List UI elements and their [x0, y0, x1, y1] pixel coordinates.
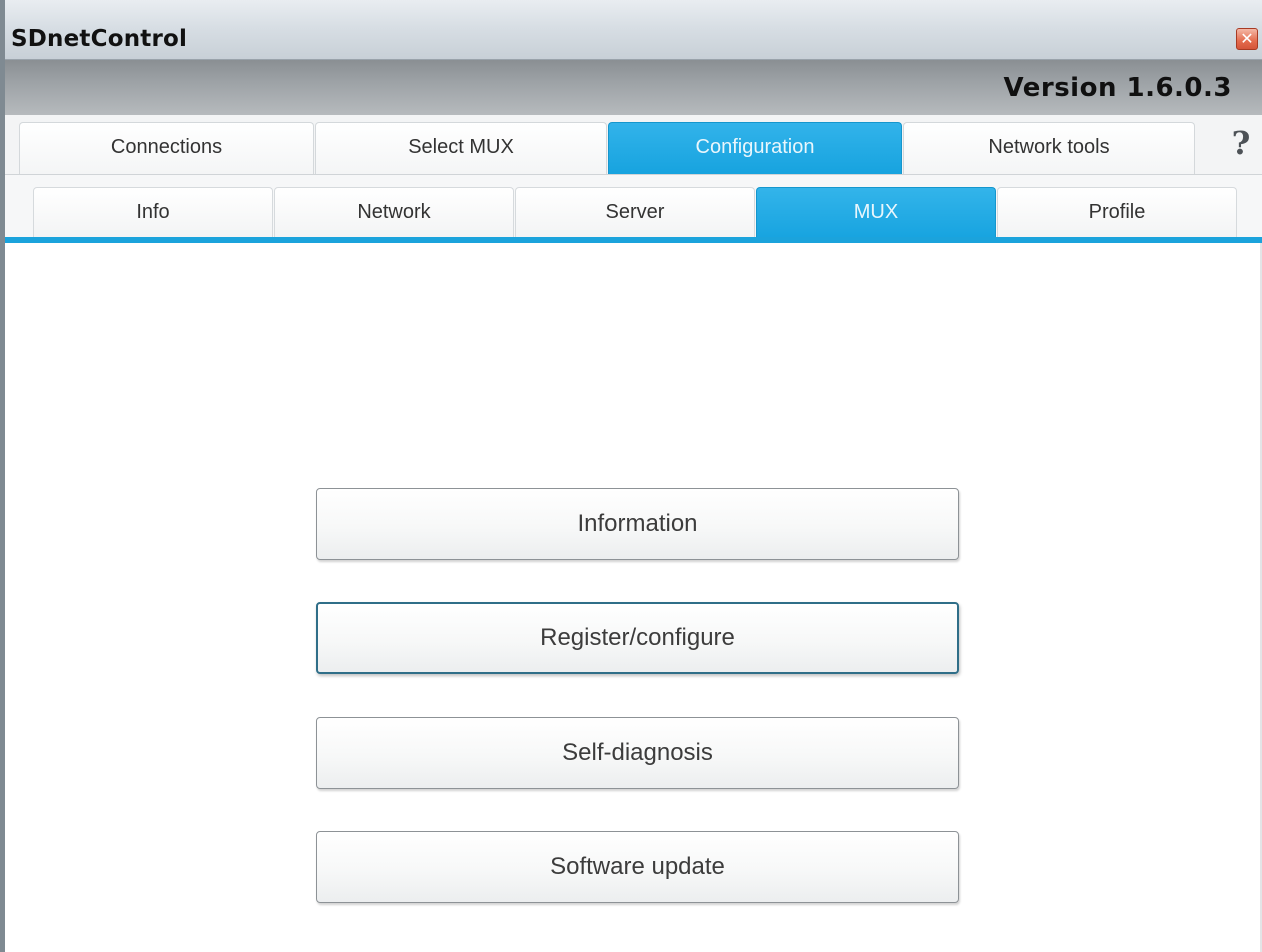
- sdnetcontrol-window: SDnetControl ✕ Version 1.6.0.3 Connectio…: [0, 0, 1262, 952]
- tab-select-mux[interactable]: Select MUX: [315, 122, 607, 174]
- close-icon: ✕: [1240, 29, 1254, 48]
- subtab-profile[interactable]: Profile: [997, 187, 1237, 237]
- sub-tab-bar: Info Network Server MUX Profile: [5, 175, 1262, 243]
- register-configure-button[interactable]: Register/configure: [316, 602, 959, 674]
- tab-network-tools[interactable]: Network tools: [903, 122, 1195, 174]
- help-icon[interactable]: ?: [1224, 121, 1258, 165]
- version-label: Version 1.6.0.3: [1003, 73, 1232, 103]
- window-title: SDnetControl: [11, 26, 188, 52]
- title-bar[interactable]: SDnetControl ✕: [5, 0, 1262, 60]
- subtab-info[interactable]: Info: [33, 187, 273, 237]
- version-bar: Version 1.6.0.3: [5, 60, 1262, 115]
- tab-configuration[interactable]: Configuration: [608, 122, 902, 174]
- software-update-button[interactable]: Software update: [316, 831, 959, 903]
- main-tab-bar: Connections Select MUX Configuration Net…: [5, 115, 1262, 175]
- subtab-mux[interactable]: MUX: [756, 187, 996, 237]
- subtab-server[interactable]: Server: [515, 187, 755, 237]
- information-button[interactable]: Information: [316, 488, 959, 560]
- mux-panel: Information Register/configure Self-diag…: [5, 243, 1262, 952]
- self-diagnosis-button[interactable]: Self-diagnosis: [316, 717, 959, 789]
- tab-connections[interactable]: Connections: [19, 122, 314, 174]
- close-button[interactable]: ✕: [1236, 28, 1258, 50]
- subtab-network[interactable]: Network: [274, 187, 514, 237]
